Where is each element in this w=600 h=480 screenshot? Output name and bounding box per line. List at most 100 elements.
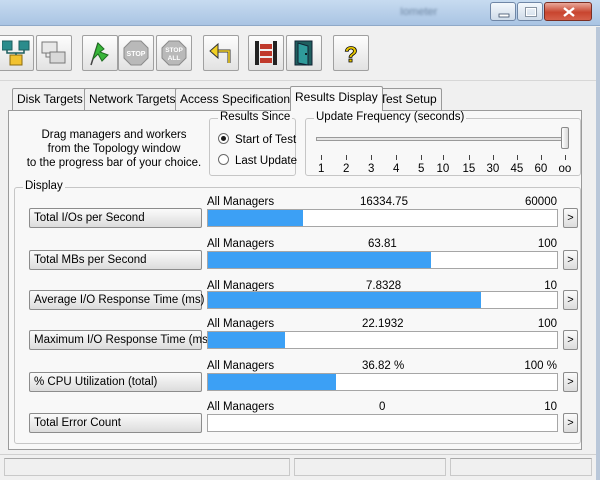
update-frequency-title: Update Frequency (seconds) — [314, 111, 467, 123]
slider-tick-label: 45 — [510, 163, 524, 175]
help-button[interactable]: ? — [333, 35, 369, 71]
row-max-value: 60000 — [525, 196, 557, 208]
row-manager-label: All Managers — [207, 196, 275, 208]
minimize-icon — [498, 13, 510, 18]
exit-button[interactable] — [286, 35, 322, 71]
maximize-icon — [525, 7, 537, 17]
slider-tick-label: 1 — [318, 163, 325, 175]
workers-button[interactable] — [248, 35, 284, 71]
row-max-value: 100 — [537, 318, 557, 330]
tab-label: Disk Targets — [17, 92, 83, 106]
update-frequency-slider-track[interactable] — [316, 137, 568, 141]
next-arrow-button[interactable]: > — [563, 290, 578, 310]
metric-button-total-error-count[interactable]: Total Error Count — [29, 413, 202, 433]
next-arrow-button[interactable]: > — [563, 330, 578, 350]
tab-label: Network Targets — [89, 92, 176, 106]
radio-start-of-test[interactable]: Start of Test — [218, 133, 296, 146]
workers-icon — [255, 41, 277, 65]
metric-button-label: Total I/Os per Second — [34, 212, 145, 224]
reset-arrow-icon — [209, 42, 231, 63]
row-current-value: 63.81 — [368, 238, 397, 250]
metric-button-label: Average I/O Response Time (ms) — [34, 294, 205, 306]
row-current-value: 0 — [379, 401, 386, 413]
next-arrow-button[interactable]: > — [563, 250, 578, 270]
next-arrow-button[interactable]: > — [563, 413, 578, 433]
slider-tick-label: oo — [558, 163, 572, 175]
slider-tick — [321, 155, 322, 160]
tab-results-display[interactable]: Results Display — [290, 86, 383, 111]
tab-disk-targets[interactable]: Disk Targets — [12, 88, 88, 110]
tab-network-targets[interactable]: Network Targets — [84, 88, 181, 110]
metric-button-label: Total MBs per Second — [34, 254, 147, 266]
tab-access-specifications[interactable]: Access Specifications — [175, 88, 302, 110]
display-title: Display — [23, 180, 65, 192]
metric-button-cpu-utilization[interactable]: % CPU Utilization (total) — [29, 372, 202, 392]
close-icon — [563, 7, 575, 17]
close-button[interactable] — [544, 2, 592, 21]
toolbar: STOP STOP ALL ? — [0, 27, 600, 81]
arrow-label: > — [567, 254, 574, 266]
slider-tick — [421, 155, 422, 160]
row-max-value: 10 — [544, 401, 557, 413]
title-bar: Iometer — [0, 0, 600, 26]
progress-bar-total-ios — [207, 209, 558, 227]
next-arrow-button[interactable]: > — [563, 208, 578, 228]
instructions-line-3: to the progress bar of your choice. — [26, 157, 202, 169]
metric-button-label: Maximum I/O Response Time (ms) — [34, 334, 212, 346]
row-current-value: 22.1932 — [362, 318, 404, 330]
progress-bar-fill — [208, 210, 303, 226]
metric-button-label: Total Error Count — [34, 417, 121, 429]
arrow-label: > — [567, 376, 574, 388]
row-current-value: 16334.75 — [360, 196, 408, 208]
stop-button[interactable]: STOP — [118, 35, 154, 71]
status-cell — [4, 458, 290, 476]
slider-tick-label: 15 — [462, 163, 476, 175]
slider-tick-label: 3 — [368, 163, 375, 175]
topology-button[interactable] — [0, 35, 34, 71]
results-since-group: Results Since Start of Test Last Update — [209, 111, 297, 176]
row-max-value: 100 % — [524, 360, 557, 372]
window-edge — [596, 27, 600, 480]
progress-bar-fill — [208, 252, 431, 268]
help-label: ? — [344, 42, 357, 67]
copy-worker-button[interactable] — [36, 35, 72, 71]
metric-button-total-ios[interactable]: Total I/Os per Second — [29, 208, 202, 228]
metric-button-total-mbs[interactable]: Total MBs per Second — [29, 250, 202, 270]
network-topology-icon — [2, 40, 30, 66]
row-manager-label: All Managers — [207, 401, 275, 413]
radio-label: Last Update — [235, 155, 298, 167]
slider-tick — [517, 155, 518, 160]
metric-button-maximum-response[interactable]: Maximum I/O Response Time (ms) — [29, 330, 212, 350]
update-frequency-slider-thumb[interactable] — [561, 127, 569, 149]
tab-test-setup[interactable]: Test Setup — [375, 88, 442, 110]
slider-tick — [396, 155, 397, 160]
tab-label: Access Specifications — [180, 92, 297, 106]
stop-sign-icon: STOP — [123, 40, 149, 66]
slider-tick-label: 5 — [418, 163, 425, 175]
row-max-value: 100 — [537, 238, 557, 250]
update-frequency-group: Update Frequency (seconds) 1 2 3 4 5 10 15 30 45… — [305, 111, 581, 176]
next-arrow-button[interactable]: > — [563, 372, 578, 392]
instructions-line-1: Drag managers and workers — [41, 129, 187, 141]
slider-tick — [346, 155, 347, 160]
radio-last-update[interactable]: Last Update — [218, 154, 297, 167]
stop-all-button[interactable]: STOP ALL — [156, 35, 192, 71]
progress-bar-fill — [208, 374, 337, 390]
slider-tick — [371, 155, 372, 160]
metric-button-label: % CPU Utilization (total) — [34, 376, 158, 388]
radio-selected-icon — [218, 133, 229, 144]
minimize-button[interactable] — [490, 2, 516, 21]
slider-tick — [469, 155, 470, 160]
arrow-label: > — [567, 294, 574, 306]
reset-button[interactable] — [203, 35, 239, 71]
metric-button-average-response[interactable]: Average I/O Response Time (ms) — [29, 290, 205, 310]
help-question-icon: ? — [344, 42, 358, 67]
results-since-title: Results Since — [218, 111, 293, 123]
maximize-button[interactable] — [517, 2, 543, 21]
stop-all-label-bottom: ALL — [168, 55, 181, 62]
progress-bar-cpu-utilization — [207, 373, 558, 391]
slider-tick — [565, 155, 566, 160]
start-button[interactable] — [82, 35, 118, 71]
radio-unselected-icon — [218, 154, 229, 165]
progress-bar-maximum-response — [207, 331, 558, 349]
